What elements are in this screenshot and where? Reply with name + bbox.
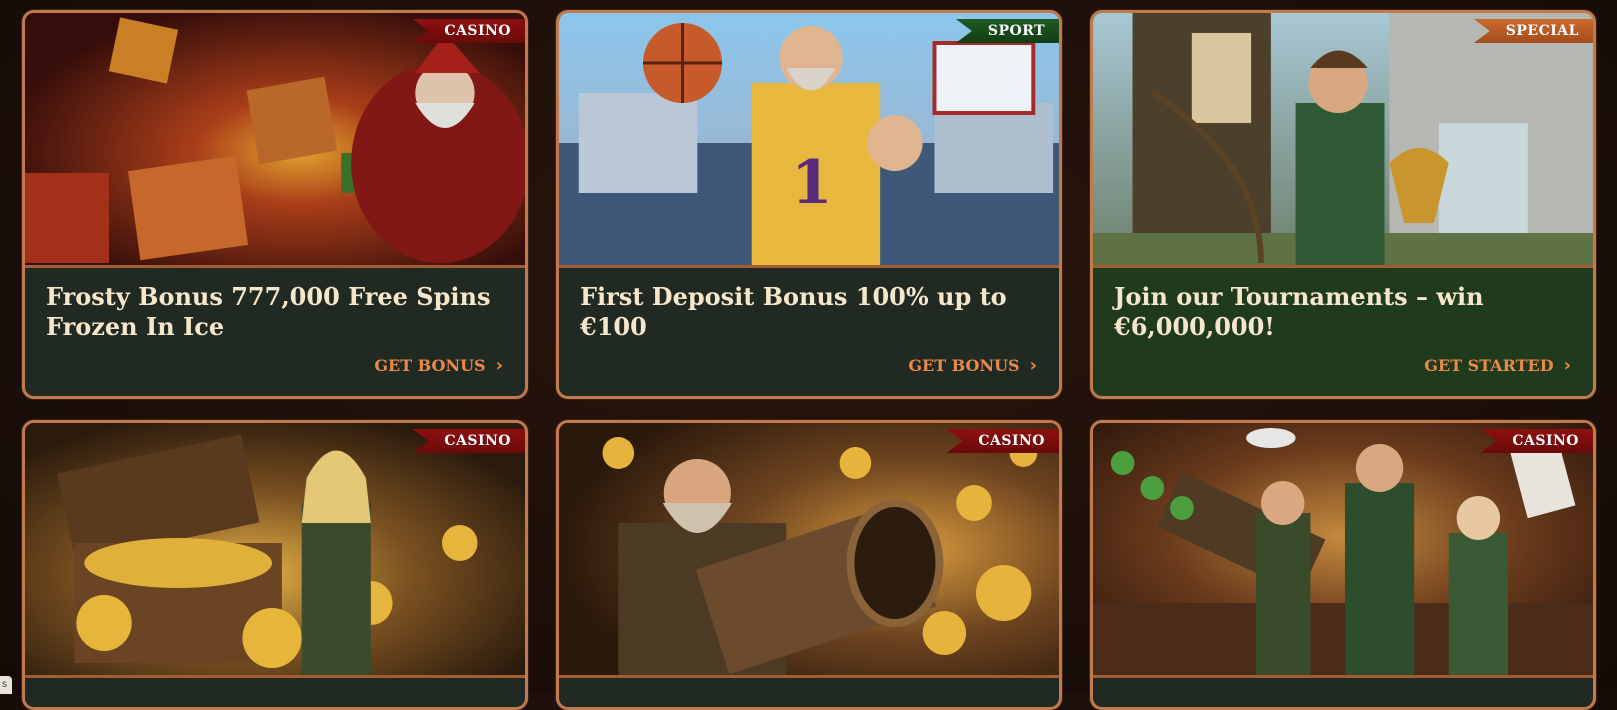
promo-image-santa[interactable] <box>25 13 525 265</box>
promo-title: First Deposit Bonus 100% up to €100 <box>580 282 1007 341</box>
art-divider <box>25 265 525 268</box>
cta-label: GET STARTED <box>1424 356 1554 375</box>
category-ribbon: SPECIAL <box>1473 19 1593 43</box>
art-divider <box>25 675 525 678</box>
art-divider <box>1093 675 1593 678</box>
side-tab[interactable]: s <box>0 676 12 694</box>
chevron-right-icon: › <box>495 355 503 376</box>
art-divider <box>559 675 1059 678</box>
promo-image-archer[interactable] <box>1093 13 1593 265</box>
get-started-link[interactable]: GET STARTED › <box>1424 355 1571 376</box>
art-divider <box>1093 265 1593 268</box>
promo-card-outlaw-band[interactable]: CASINO <box>1090 420 1596 710</box>
promo-image-treasure-chest[interactable] <box>25 423 525 675</box>
category-ribbon: CASINO <box>412 429 525 453</box>
promo-card-frosty-bonus[interactable]: CASINO Frosty Bonus 777,000 Free Spins F… <box>22 10 528 399</box>
promo-card-tournaments[interactable]: SPECIAL Join our Tournaments – win €6,00… <box>1090 10 1596 399</box>
category-ribbon: CASINO <box>1480 429 1593 453</box>
promo-image-basketball[interactable]: 1 <box>559 13 1059 265</box>
svg-text:1: 1 <box>791 148 832 218</box>
promo-image-outlaw-band[interactable] <box>1093 423 1593 675</box>
cta-label: GET BONUS <box>374 356 486 375</box>
promo-title: Join our Tournaments – win €6,000,000! <box>1114 282 1484 341</box>
art-divider <box>559 265 1059 268</box>
promo-card-first-deposit[interactable]: 1 SPORT First Deposit Bonus 100% up to €… <box>556 10 1062 399</box>
promotions-grid: CASINO Frosty Bonus 777,000 Free Spins F… <box>0 0 1617 710</box>
promo-image-coin-cannon[interactable] <box>559 423 1059 675</box>
promo-card-coin-cannon[interactable]: CASINO <box>556 420 1062 710</box>
chevron-right-icon: › <box>1029 355 1037 376</box>
category-ribbon: CASINO <box>946 429 1059 453</box>
chevron-right-icon: › <box>1563 355 1571 376</box>
get-bonus-link[interactable]: GET BONUS › <box>374 355 503 376</box>
category-ribbon: CASINO <box>412 19 525 43</box>
cta-label: GET BONUS <box>908 356 1020 375</box>
promo-card-treasure[interactable]: CASINO <box>22 420 528 710</box>
promo-title: Frosty Bonus 777,000 Free Spins Frozen I… <box>46 282 491 341</box>
get-bonus-link[interactable]: GET BONUS › <box>908 355 1037 376</box>
